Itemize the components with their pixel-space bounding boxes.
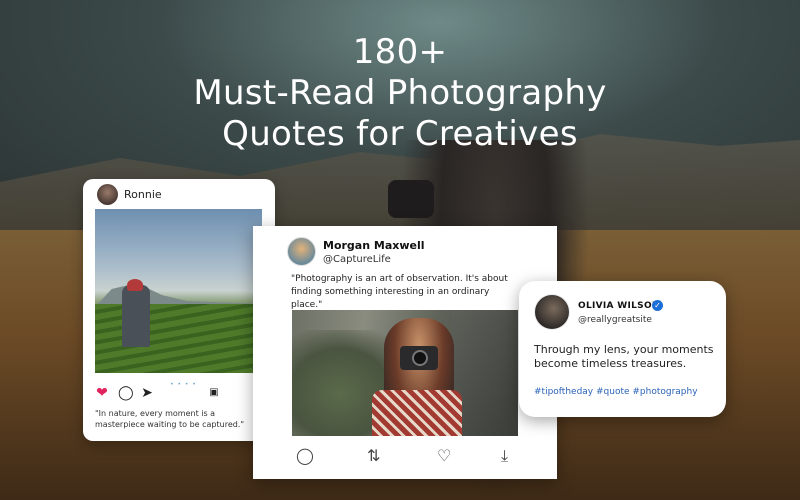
gallery-icon[interactable]: ▣: [207, 386, 221, 400]
background-camera: [388, 180, 434, 218]
tweet-author-handle[interactable]: @CaptureLife: [323, 254, 391, 265]
tweet-author-name[interactable]: Morgan Maxwell: [323, 239, 425, 252]
photo-mountain: [95, 283, 262, 307]
send-icon[interactable]: ➤: [140, 386, 154, 400]
quote-text: Through my lens, your moments become tim…: [534, 343, 714, 370]
avatar[interactable]: [534, 294, 570, 330]
avatar[interactable]: [97, 184, 118, 205]
tweet-photo[interactable]: [292, 310, 518, 436]
quote-author-handle[interactable]: @reallygreatsite: [578, 315, 652, 325]
carousel-dots: • • • •: [170, 381, 197, 388]
headline-line-2: Must-Read Photography: [193, 73, 607, 113]
comment-icon[interactable]: ◯: [296, 448, 314, 464]
retweet-icon[interactable]: ⇅: [367, 448, 380, 464]
photo-red-hat: [127, 279, 143, 291]
tweet-text: "Photography is an art of observation. I…: [291, 274, 508, 310]
photo-camera-lens: [412, 350, 428, 366]
like-icon[interactable]: ♡: [437, 448, 451, 464]
verified-badge-icon: ✓: [652, 300, 663, 311]
quote-author-name[interactable]: OLIVIA WILSON: [578, 301, 660, 311]
instagram-post-photo[interactable]: [95, 209, 262, 373]
headline: 180+ Must-Read Photography Quotes for Cr…: [0, 32, 800, 155]
headline-line-3: Quotes for Creatives: [222, 114, 578, 154]
instagram-caption: "In nature, every moment is a masterpiec…: [95, 409, 245, 429]
download-icon[interactable]: ⤓: [501, 448, 508, 464]
headline-line-1: 180+: [352, 32, 448, 72]
photo-person: [122, 285, 150, 347]
comment-icon[interactable]: ◯: [118, 386, 134, 400]
instagram-username[interactable]: Ronnie: [124, 188, 162, 201]
avatar[interactable]: [287, 237, 316, 266]
hashtags[interactable]: #tipoftheday #quote #photography: [534, 387, 698, 397]
heart-icon[interactable]: ❤: [95, 386, 109, 400]
photo-scarf: [372, 390, 462, 436]
photo-tea-field: [95, 304, 262, 373]
